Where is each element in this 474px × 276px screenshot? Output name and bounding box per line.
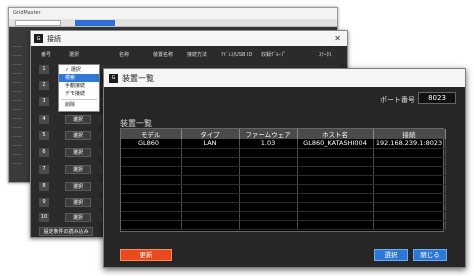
- select-button[interactable]: 選択: [374, 249, 408, 261]
- col-method: 接続方法: [187, 52, 208, 58]
- background-menubar: [9, 19, 337, 27]
- connection-titlebar: G 接続 ✕: [31, 31, 347, 46]
- col-select: 選択: [69, 52, 80, 58]
- load-settings-button[interactable]: 設定条件の読み込み: [39, 227, 93, 236]
- row-number: 1: [39, 65, 49, 74]
- device-list-title: 装置一覧: [122, 73, 154, 83]
- row-select-button[interactable]: 選択: [65, 131, 91, 140]
- update-button[interactable]: 更新: [120, 249, 172, 261]
- dropdown-item-demo-connect[interactable]: デモ接続: [59, 90, 99, 98]
- cell-connection: 192.168.239.1:8023: [373, 139, 446, 149]
- row-number: 2: [39, 81, 49, 90]
- col-status: ｽﾃｰﾀｽ: [319, 52, 332, 58]
- port-number-label: ポート番号: [380, 96, 415, 104]
- port-number-field[interactable]: 8023: [418, 92, 456, 104]
- col-no: 番号: [41, 52, 52, 58]
- cell-model: GL860: [121, 139, 182, 149]
- header-connection[interactable]: 接続: [373, 129, 446, 139]
- dropdown-separator: [61, 99, 97, 100]
- table-row-empty: [121, 184, 446, 194]
- close-icon[interactable]: ✕: [334, 34, 341, 43]
- header-firmware[interactable]: ファームウェア: [239, 129, 298, 139]
- table-row-empty: [121, 157, 446, 167]
- header-model[interactable]: モデル: [121, 129, 182, 139]
- table-row-empty: [121, 220, 446, 230]
- row-select-button[interactable]: 選択: [65, 182, 91, 191]
- device-table: モデル タイプ ファームウェア ホスト名 接続 GL860 LAN 1.03 G…: [120, 128, 446, 232]
- row-select-button[interactable]: 選択: [65, 115, 91, 124]
- select-dropdown-menu: ✓ 選択 検索 手動接続 デモ接続 削除: [58, 64, 100, 112]
- row-select-button[interactable]: 選択: [65, 213, 91, 222]
- background-menu-highlight[interactable]: [75, 20, 115, 26]
- connection-window-title: 接続: [47, 34, 61, 43]
- col-name: 名称: [119, 52, 130, 58]
- cell-host: GL860_KATASHI004: [297, 139, 374, 149]
- cell-type: LAN: [181, 139, 240, 149]
- table-row-empty: [121, 193, 446, 203]
- row-number: 4: [39, 115, 49, 124]
- background-window-title: GridMaster: [9, 8, 337, 19]
- cell-firmware: 1.03: [239, 139, 298, 149]
- app-logo-icon: G: [34, 34, 43, 43]
- table-row-empty: [121, 175, 446, 185]
- device-list-window: G 装置一覧 ポート番号 8023 装置一覧 モデル タイプ ファームウェア ホ…: [103, 68, 466, 268]
- device-table-header: モデル タイプ ファームウェア ホスト名 接続: [121, 129, 446, 139]
- table-row-empty: [121, 148, 446, 158]
- background-menu-field[interactable]: [15, 20, 61, 26]
- dropdown-item-search[interactable]: 検索: [59, 74, 99, 82]
- table-row[interactable]: GL860 LAN 1.03 GL860_KATASHI004 192.168.…: [121, 139, 446, 149]
- table-row-empty: [121, 211, 446, 221]
- dropdown-item-manual-connect[interactable]: 手動接続: [59, 82, 99, 90]
- row-number: 3: [39, 97, 49, 106]
- dropdown-item-delete[interactable]: 削除: [59, 101, 99, 109]
- app-logo-icon: G: [109, 73, 118, 83]
- row-select-button[interactable]: 選択: [65, 148, 91, 157]
- row-number: 5: [39, 131, 49, 140]
- row-number: 9: [39, 198, 49, 207]
- table-row-empty: [121, 166, 446, 176]
- background-sidebar: [12, 38, 22, 178]
- device-list-titlebar: G 装置一覧: [104, 69, 465, 87]
- header-host[interactable]: ホスト名: [297, 129, 374, 139]
- header-type[interactable]: タイプ: [181, 129, 240, 139]
- row-number: 6: [39, 148, 49, 157]
- col-device-name: 装置名称: [153, 52, 174, 58]
- row-number: 10: [39, 213, 49, 222]
- row-number: 8: [39, 182, 49, 191]
- row-select-button[interactable]: 選択: [65, 198, 91, 207]
- col-address: ｱﾄﾞﾚｽ/USB ID: [221, 52, 253, 58]
- connection-table-header: 番号 選択 名称 装置名称 接続方法 ｱﾄﾞﾚｽ/USB ID 収録ｸﾞﾙｰﾌﾟ…: [31, 51, 347, 61]
- close-button[interactable]: 閉じる: [413, 249, 447, 261]
- row-select-button[interactable]: 選択: [65, 165, 91, 174]
- table-row-empty: [121, 202, 446, 212]
- dropdown-item-select[interactable]: ✓ 選択: [59, 66, 99, 74]
- col-group: 収録ｸﾞﾙｰﾌﾟ: [261, 52, 287, 58]
- row-number: 7: [39, 165, 49, 174]
